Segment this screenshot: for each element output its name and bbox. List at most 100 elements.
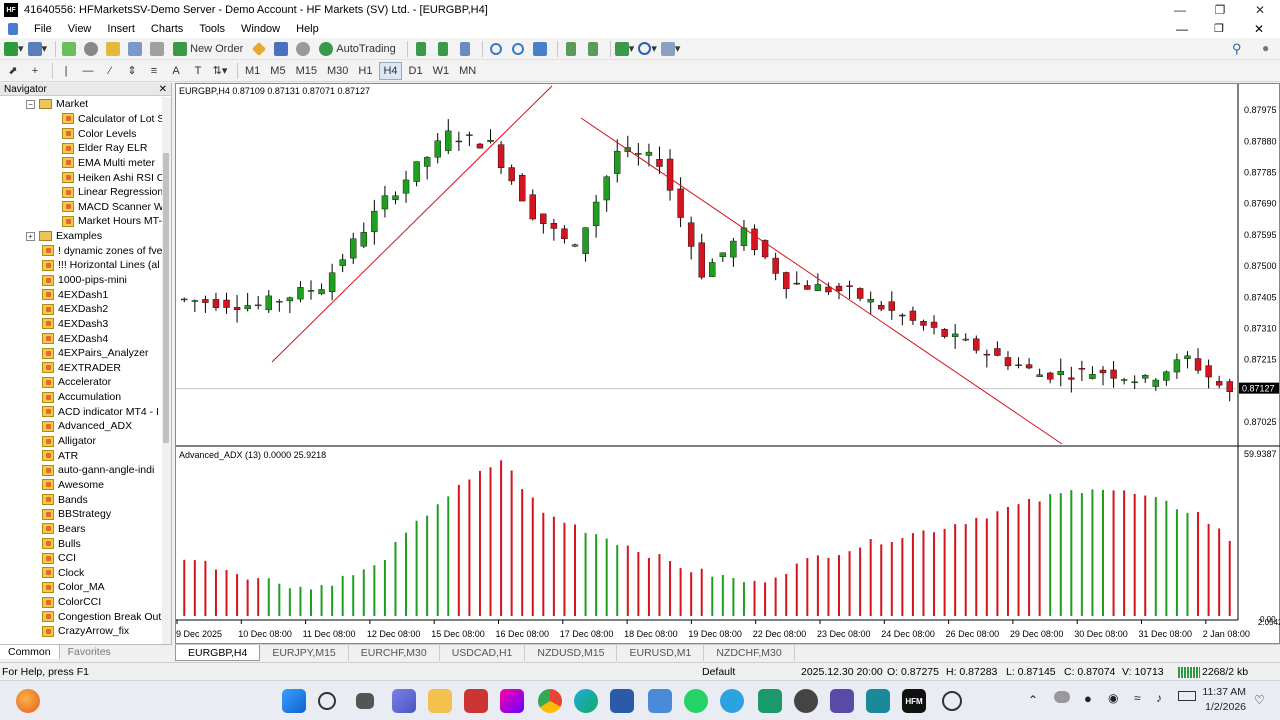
navigator-close-icon[interactable]: ✕ <box>159 84 167 95</box>
navigator-item[interactable]: Color Levels <box>0 126 162 141</box>
horizontal-line-icon[interactable]: — <box>79 62 97 80</box>
zoom-in-icon[interactable] <box>487 40 505 58</box>
autoscroll-button[interactable] <box>584 40 602 58</box>
app-icon-5[interactable] <box>942 691 962 711</box>
minimize-button[interactable]: — <box>1160 0 1200 20</box>
tray-chevron-icon[interactable]: ⌃ <box>1028 693 1038 707</box>
menu-view[interactable]: View <box>60 23 100 35</box>
chrome-icon[interactable] <box>538 689 562 713</box>
chart-tab-eurchf-m30[interactable]: EURCHF,M30 <box>349 645 440 661</box>
navigator-item[interactable]: 4EXDash1 <box>0 287 162 302</box>
collapse-icon[interactable]: − <box>26 99 35 109</box>
timeframe-m30[interactable]: M30 <box>324 62 351 80</box>
autotrading-button[interactable]: AutoTrading <box>316 40 399 58</box>
text-icon[interactable]: A <box>167 62 185 80</box>
app-icon-4[interactable] <box>866 689 890 713</box>
navigator-item[interactable]: − Market <box>0 97 162 112</box>
market-button[interactable] <box>294 40 312 58</box>
navigator-item[interactable]: CCI <box>0 551 162 566</box>
whatsapp-icon[interactable] <box>684 689 708 713</box>
timeframe-d1[interactable]: D1 <box>406 62 426 80</box>
cursor-icon[interactable]: ⬈ <box>4 62 22 80</box>
navigator-item[interactable]: auto-gann-angle-indi <box>0 463 162 478</box>
chart-window[interactable]: 0.87975 0.87880 0.87785 0.87690 0.87595 0.875… <box>175 83 1280 644</box>
navigator-item[interactable]: BBStrategy <box>0 507 162 522</box>
start-icon[interactable] <box>282 689 306 713</box>
navigator-item[interactable]: MACD Scanner W <box>0 199 162 214</box>
chart-shift-button[interactable] <box>562 40 580 58</box>
terminal-button[interactable] <box>126 40 144 58</box>
menu-window[interactable]: Window <box>233 23 288 35</box>
crosshair-icon[interactable]: + <box>26 62 44 80</box>
navigator-item[interactable]: 4EXDash4 <box>0 331 162 346</box>
microphone-icon[interactable]: ● <box>1084 691 1092 706</box>
telegram-icon[interactable] <box>720 689 744 713</box>
navigator-item[interactable]: 4EXPairs_Analyzer <box>0 346 162 361</box>
navigator-item[interactable]: ATR <box>0 448 162 463</box>
doc-restore-button[interactable]: ❐ <box>1214 22 1224 35</box>
expand-icon[interactable]: + <box>26 231 35 241</box>
teams-icon[interactable] <box>392 689 416 713</box>
maximize-button[interactable]: ❐ <box>1200 0 1240 20</box>
navigator-item[interactable]: Market Hours MT- <box>0 214 162 229</box>
navigator-item[interactable]: Congestion Break Out <box>0 609 162 624</box>
battery-icon[interactable] <box>1178 691 1196 701</box>
scrollbar-thumb[interactable] <box>163 153 169 443</box>
app-icon-3[interactable] <box>830 689 854 713</box>
menu-help[interactable]: Help <box>288 23 327 35</box>
market-watch-button[interactable] <box>60 40 78 58</box>
navigator-item[interactable]: ! dynamic zones of fve <box>0 243 162 258</box>
fibonacci-icon[interactable]: ≡ <box>145 62 163 80</box>
timeframe-m1[interactable]: M1 <box>242 62 263 80</box>
timeframe-h1[interactable]: H1 <box>355 62 375 80</box>
navigator-item[interactable]: ACD indicator MT4 - I <box>0 404 162 419</box>
navigator-item[interactable]: + Examples <box>0 229 162 244</box>
clock-time[interactable]: 11:37 AM <box>1200 686 1246 698</box>
timeframe-w1[interactable]: W1 <box>430 62 453 80</box>
clock-date[interactable]: 1/2/2026 <box>1200 701 1246 713</box>
app-icon-2[interactable] <box>794 689 818 713</box>
signals-button[interactable] <box>272 40 290 58</box>
navigator-item[interactable]: EMA Multi meter <box>0 156 162 171</box>
chart-tab-eurgbp-h4[interactable]: EURGBP,H4 <box>175 645 261 661</box>
navigator-item[interactable]: Awesome <box>0 478 162 493</box>
app-icon[interactable] <box>464 689 488 713</box>
navigator-item[interactable]: 4EXDash3 <box>0 317 162 332</box>
calculator-icon[interactable] <box>648 689 672 713</box>
indicators-button[interactable]: ▾ <box>614 40 634 58</box>
navigator-item[interactable]: ColorCCI <box>0 595 162 610</box>
tile-windows-button[interactable] <box>531 40 549 58</box>
chart-tab-nzdchf-m30[interactable]: NZDCHF,M30 <box>704 645 795 661</box>
copilot-icon[interactable] <box>500 689 524 713</box>
profiles-button[interactable]: ▾ <box>27 40 47 58</box>
new-order-button[interactable]: New Order <box>170 40 246 58</box>
price-chart[interactable]: 0.87975 0.87880 0.87785 0.87690 0.87595 0.875… <box>176 84 1280 645</box>
navigator-item[interactable]: CrazyArrow_fix <box>0 624 162 639</box>
tab-favorites[interactable]: Favorites <box>60 645 119 659</box>
data-window-button[interactable] <box>82 40 100 58</box>
community-icon[interactable]: ● <box>1262 41 1269 55</box>
file-explorer-icon[interactable] <box>428 689 452 713</box>
periods-button[interactable]: ▾ <box>638 40 657 58</box>
notifications-bell-icon[interactable]: ♡ <box>1254 693 1265 707</box>
timeframe-m15[interactable]: M15 <box>293 62 320 80</box>
candlestick-button[interactable] <box>434 40 452 58</box>
chart-tab-nzdusd-m15[interactable]: NZDUSD,M15 <box>525 645 618 661</box>
navigator-item[interactable]: Bears <box>0 522 162 537</box>
new-chart-button[interactable]: ▾ <box>4 40 24 58</box>
navigator-button[interactable] <box>104 40 122 58</box>
timeframe-m5[interactable]: M5 <box>267 62 288 80</box>
chart-tab-usdcad-h1[interactable]: USDCAD,H1 <box>440 645 526 661</box>
volume-icon[interactable]: ♪ <box>1156 691 1162 705</box>
tab-common[interactable]: Common <box>0 645 60 659</box>
navigator-item[interactable]: Linear Regression <box>0 185 162 200</box>
navigator-item[interactable]: Heiken Ashi RSI C <box>0 170 162 185</box>
navigator-item[interactable]: Clock <box>0 566 162 581</box>
timeframe-h4[interactable]: H4 <box>379 61 402 80</box>
onedrive-icon[interactable] <box>1054 691 1070 703</box>
search-icon[interactable]: ⚲ <box>1232 41 1242 57</box>
doc-minimize-button[interactable]: — <box>1176 22 1188 36</box>
menu-insert[interactable]: Insert <box>99 23 143 35</box>
text-label-icon[interactable]: T <box>189 62 207 80</box>
search-taskbar-icon[interactable] <box>318 692 336 710</box>
